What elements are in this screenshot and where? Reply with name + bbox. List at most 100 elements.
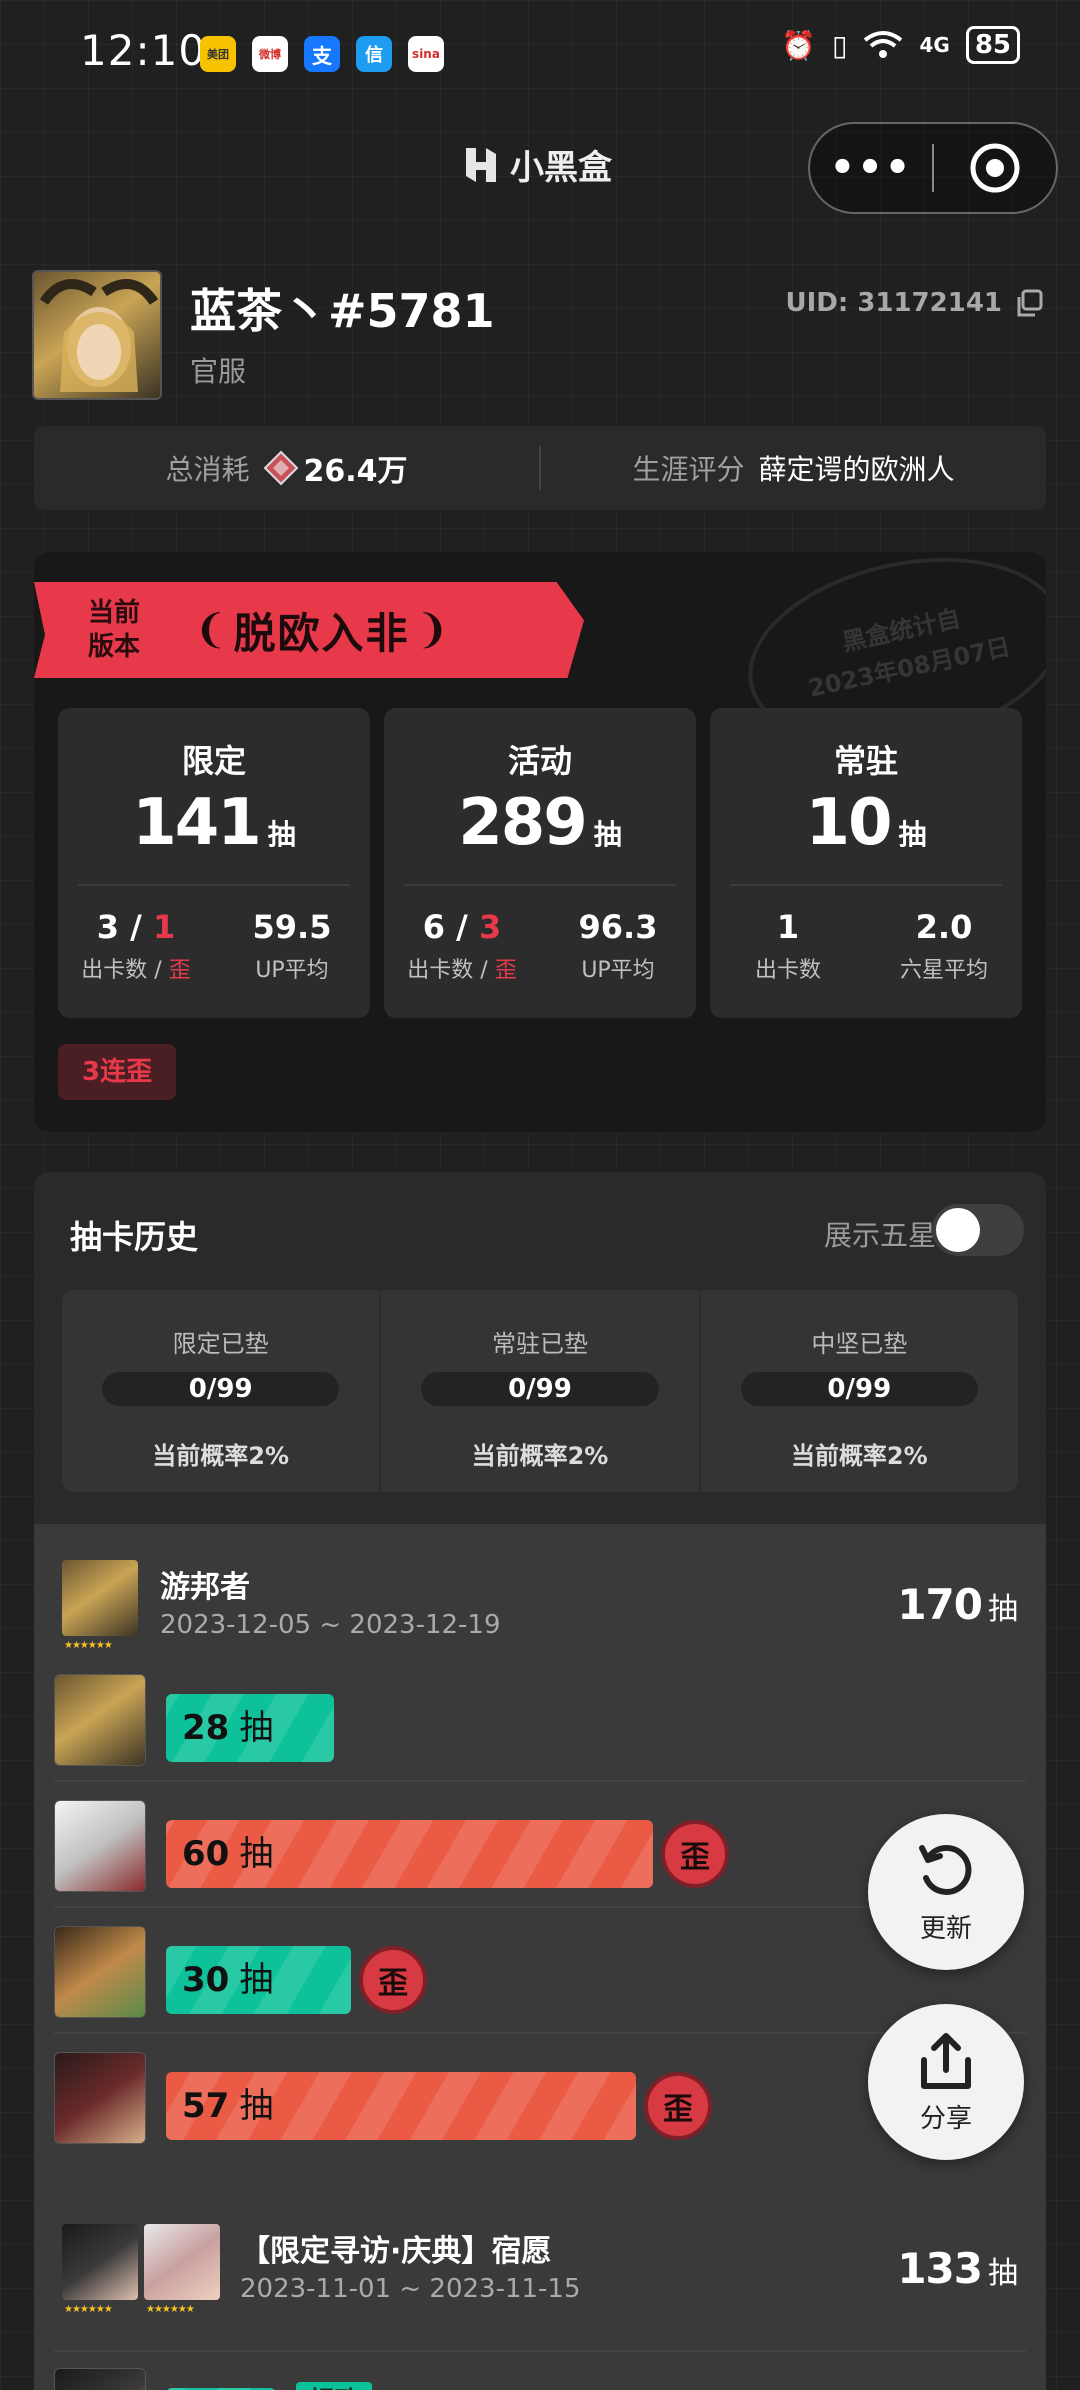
sina-app-icon: sina [408,36,444,72]
cards-label: 出卡数 [81,958,148,983]
wifi-icon [864,31,903,58]
row-divider [54,1780,1026,1782]
miniprogram-capsule: ••• [808,122,1058,214]
pool-count: 10 抽 [710,786,1022,860]
avg-label: UP平均 [581,958,655,983]
brand-logo: 小黑盒 [460,140,612,189]
refresh-icon [919,1844,972,1895]
nickname: 蓝茶丶#5781 [190,284,495,338]
avg-value: 2.0 [915,908,973,946]
share-label: 分享 [919,2103,972,2134]
uid-copy[interactable]: UID: 31172141 [785,288,1044,318]
history-title: 抽卡历史 [70,1218,199,1256]
close-miniprogram-button[interactable] [934,140,1056,196]
alipay-app-icon: 支 [304,36,340,72]
pity-label: 中坚已垫 [811,1330,908,1358]
operator-thumb [144,2224,220,2300]
row-divider [54,2350,1026,2352]
pool-divider [404,884,676,886]
pool-count: 289 抽 [384,786,696,860]
meituan-app-icon: 美团 [200,36,236,72]
pity-value: 0/99 [421,1372,659,1406]
system-indicators: ⏰ ▯ 4G 85 [781,26,1020,64]
career-rating: 生涯评分 薛定谔的欧洲人 [541,448,1046,488]
pity-limited: 限定已垫 0/99 当前概率2% [62,1290,379,1492]
laurel-left-icon: ❨ [194,607,228,653]
operator-thumb [62,1560,138,1636]
career-value: 薛定谔的欧洲人 [758,453,955,486]
off-count: 3 [478,908,502,946]
total-cost: 总消耗 26.4万 [34,446,539,490]
pool-name: 限定 [181,742,246,780]
cards-sep: / [445,908,479,946]
cards-count: 6 [422,908,446,946]
xiaoheihe-logo-icon [466,147,496,182]
pity-label: 限定已垫 [172,1330,269,1358]
show-five-star-toggle[interactable] [932,1204,1024,1256]
cards-label: 出卡数 [407,958,474,983]
pull-row: 8抽 超欧 [54,2368,1026,2390]
career-label: 生涯评分 [632,453,745,486]
pool-event: 活动 289 抽 6 / 3 出卡数 / 歪 96.3 UP平均 [384,708,696,1018]
pool-count-unit: 抽 [593,818,622,851]
off-count: 1 [152,908,176,946]
pull-count: 28 [182,1708,230,1748]
cards-count: 3 [96,908,120,946]
pool-name: 活动 [507,742,572,780]
operator-portrait [54,1674,146,1766]
laurel-right-icon: ❩ [415,607,450,653]
version-title-banner: 当前 版本 ❨ 脱欧入非 ❩ [34,582,584,678]
row-divider [54,2032,1026,2034]
history-list: ★★★★★★ 游邦者 2023-12-05 ~ 2023-12-19 170 抽 … [34,1524,1046,2390]
pool-avg: 96.3 UP平均 [540,908,696,984]
pull-bar: 30 抽 [166,1946,351,2014]
pity-prob: 当前概率2% [152,1442,290,1470]
off-rate-badge: 歪 [644,2072,712,2140]
refresh-button[interactable]: 更新 [868,1814,1024,1970]
refresh-label: 更新 [919,1913,972,1944]
copy-icon[interactable] [1014,288,1044,318]
six-star-icon: ★★★★★★ [146,2304,195,2315]
cards-count: 1 [776,908,800,946]
history-entry-header[interactable]: ★★★★★★ ★★★★★★ 【限定寻访·庆典】宿愿 2023-11-01 ~ 2… [34,2224,1046,2344]
server-label: 官服 [190,355,247,388]
off-label: 歪 [168,958,191,983]
share-icon [921,2032,971,2089]
pull-count: 60 [182,1834,230,1874]
pity-value: 0/99 [102,1372,340,1406]
pity-midcore: 中坚已垫 0/99 当前概率2% [698,1290,1018,1492]
battery-icon: 85 [965,26,1020,64]
target-icon [970,143,1020,193]
share-button[interactable]: 分享 [868,2004,1024,2160]
pull-unit: 抽 [239,1834,274,1874]
career-stats-bar: 总消耗 26.4万 生涯评分 薛定谔的欧洲人 [34,426,1046,510]
pull-bar: 57 抽 [166,2072,636,2140]
pool-count-unit: 抽 [898,818,927,851]
toggle-knob [936,1208,980,1252]
alarm-icon: ⏰ [781,28,817,62]
six-star-icon: ★★★★★★ [64,2304,113,2315]
operator-portrait [54,1800,146,1892]
status-bar: 12:10 美团 微博 支 信 sina ⏰ ▯ 4G 85 [0,0,1080,100]
pity-prob: 当前概率2% [790,1442,928,1470]
pull-unit: 抽 [239,2086,274,2126]
operator-portrait [54,2368,146,2390]
cards-sep: / [119,908,153,946]
history-entry-header[interactable]: ★★★★★★ 游邦者 2023-12-05 ~ 2023-12-19 170 抽 [34,1560,1046,1680]
entry-total-unit: 抽 [988,2256,1018,2291]
entry-pool-name: 【限定寻访·庆典】宿愿 [240,2234,552,2269]
status-time: 12:10 [80,26,207,75]
off-rate-badge: 歪 [661,1820,729,1888]
version-label: 当前 版本 [34,596,194,664]
weibo-app-icon: 微博 [252,36,288,72]
entry-total-number: 170 [897,1580,983,1629]
six-star-icon: ★★★★★★ [64,1640,113,1651]
pool-standard: 常驻 10 抽 1 出卡数 2.0 六星平均 [710,708,1022,1018]
avg-value: 96.3 [578,908,658,946]
avatar-illustration [39,279,159,392]
pity-prob: 当前概率2% [471,1442,609,1470]
version-label-line2: 版本 [87,632,140,662]
more-button[interactable]: ••• [810,145,932,191]
vibrate-icon: ▯ [832,28,848,62]
pull-bar: 28 抽 [166,1694,334,1762]
